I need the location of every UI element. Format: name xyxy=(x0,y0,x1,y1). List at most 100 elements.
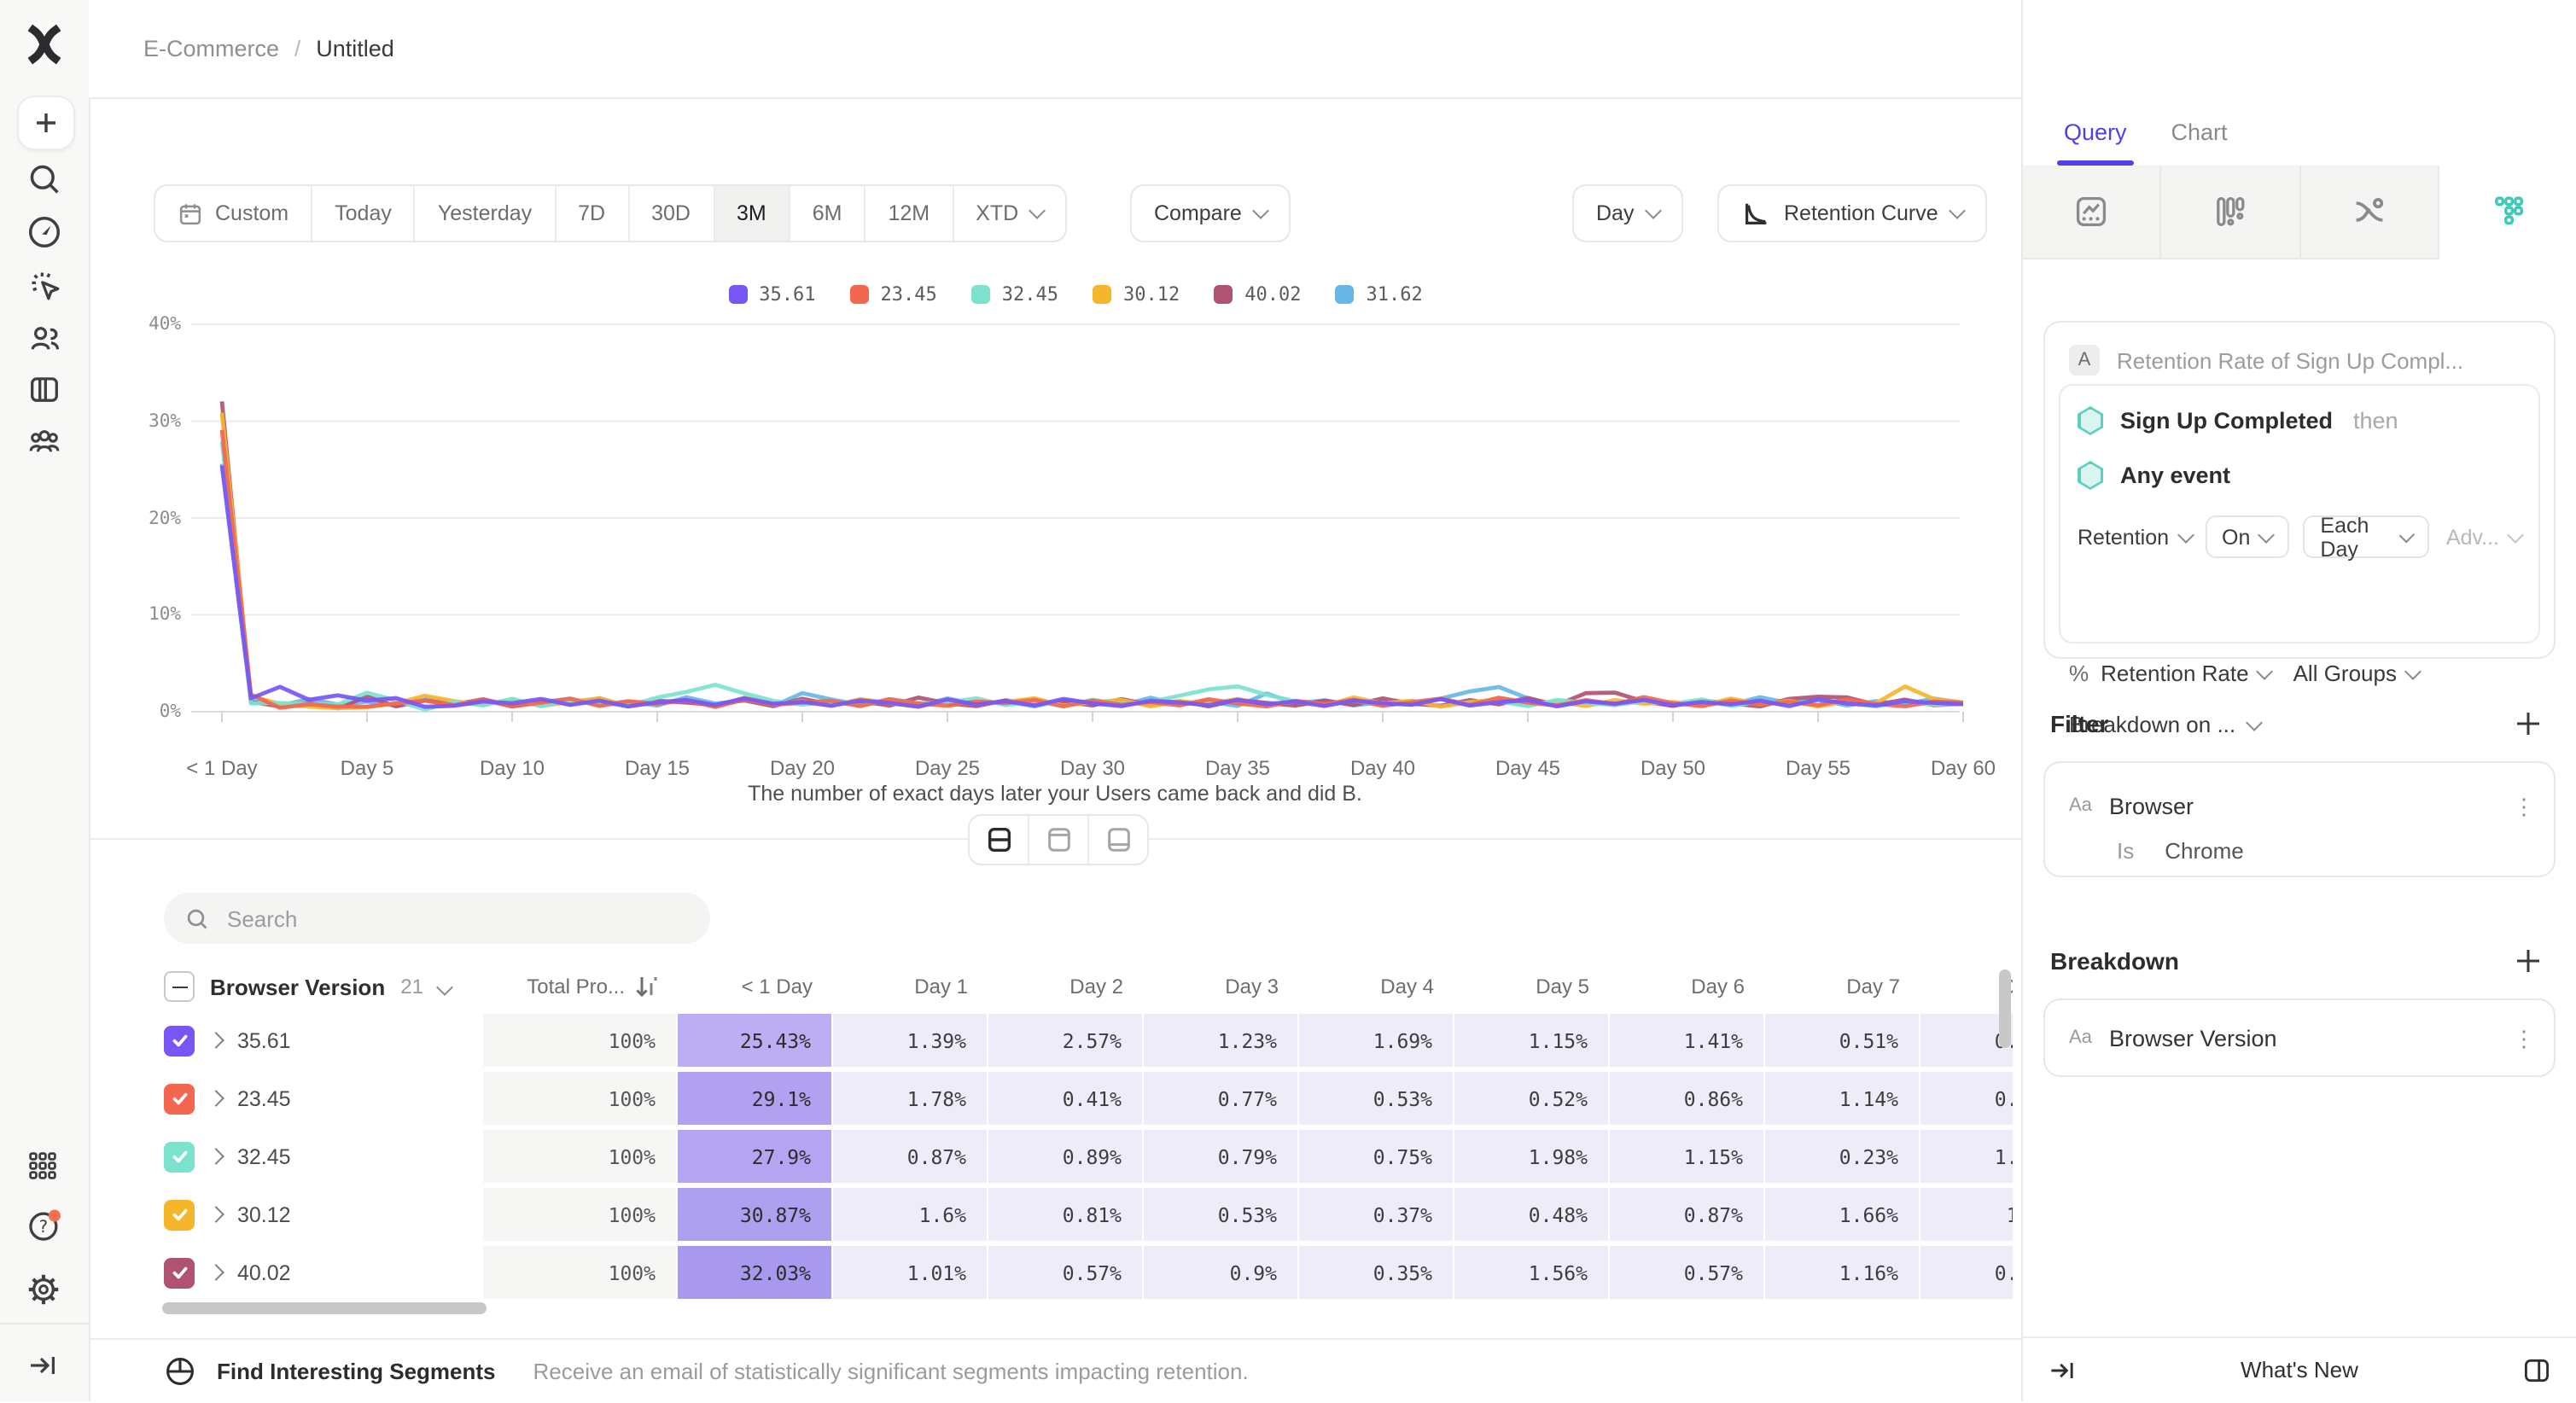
find-segments-link[interactable]: Find Interesting Segments xyxy=(217,1359,496,1384)
expand-row-icon[interactable] xyxy=(207,1264,224,1281)
range-30d[interactable]: 30D xyxy=(629,186,714,241)
filter-value[interactable]: Chrome xyxy=(2165,838,2244,864)
breadcrumb-project[interactable]: E-Commerce xyxy=(143,36,279,61)
flows-icon[interactable] xyxy=(2300,166,2439,259)
legend-item[interactable]: 32.45 xyxy=(971,283,1058,306)
collapse-panel-icon[interactable] xyxy=(2047,1354,2078,1385)
series-line-32.45[interactable] xyxy=(222,441,1963,709)
new-report-button[interactable] xyxy=(17,96,75,150)
range-6m[interactable]: 6M xyxy=(790,186,866,241)
expand-sidebar-icon[interactable] xyxy=(26,1348,63,1386)
event-row-1[interactable]: Sign Up Completed then xyxy=(2078,406,2521,435)
retention-cell: 0.52% xyxy=(1454,1072,1610,1125)
legend-item[interactable]: 40.02 xyxy=(1214,283,1301,306)
retention-icon[interactable] xyxy=(2439,166,2576,259)
insights-icon[interactable] xyxy=(2023,166,2162,259)
kebab-menu-icon[interactable]: ⋮ xyxy=(2513,1033,2530,1042)
horizontal-scrollbar[interactable] xyxy=(162,1302,487,1314)
users-icon[interactable] xyxy=(26,319,63,357)
row-checkbox[interactable] xyxy=(164,1083,195,1114)
row-checkbox[interactable] xyxy=(164,1199,195,1230)
query-title[interactable]: Retention Rate of Sign Up Compl... xyxy=(2117,347,2463,373)
retention-cell: 1.01% xyxy=(833,1246,988,1299)
range-7d[interactable]: 7D xyxy=(556,186,629,241)
mixpanel-logo[interactable] xyxy=(22,22,67,67)
range-yesterday[interactable]: Yesterday xyxy=(416,186,556,241)
on-dropdown[interactable]: On xyxy=(2205,515,2289,558)
each-day-dropdown[interactable]: Each Day xyxy=(2303,515,2429,558)
kebab-menu-icon[interactable]: ⋮ xyxy=(2513,801,2530,810)
series-line-30.12[interactable] xyxy=(222,413,1963,708)
range-12m[interactable]: 12M xyxy=(866,186,954,241)
breadcrumb-report-title[interactable]: Untitled xyxy=(316,36,394,61)
board-icon[interactable] xyxy=(26,370,63,408)
split-view-button[interactable] xyxy=(970,816,1029,864)
compare-button[interactable]: Compare xyxy=(1130,184,1291,242)
group-header-label[interactable]: Browser Version xyxy=(210,974,385,999)
filter-property[interactable]: Browser xyxy=(2109,793,2496,818)
vertical-scrollbar[interactable] xyxy=(1999,969,2011,1048)
advanced-dropdown[interactable]: Adv... xyxy=(2446,525,2521,549)
search-icon[interactable] xyxy=(26,160,63,198)
search-input[interactable] xyxy=(224,904,606,933)
legend-item[interactable]: 30.12 xyxy=(1093,283,1180,306)
expand-row-icon[interactable] xyxy=(207,1148,224,1165)
expand-row-icon[interactable] xyxy=(207,1206,224,1223)
chart-type-button[interactable]: Retention Curve xyxy=(1717,184,1988,242)
retention-type-dropdown[interactable]: Retention xyxy=(2078,525,2191,549)
series-line-40.02[interactable] xyxy=(222,401,1963,708)
range-custom[interactable]: Custom xyxy=(155,186,312,241)
event-row-2[interactable]: Any event xyxy=(2078,461,2521,490)
day-header[interactable]: Day 1 xyxy=(833,975,988,998)
x-axis-tick: Day 55 xyxy=(1786,756,1850,780)
day-header[interactable]: Day 4 xyxy=(1299,975,1454,998)
whats-new-link[interactable]: What's New xyxy=(2241,1357,2358,1383)
add-breakdown-button[interactable] xyxy=(2515,947,2542,975)
row-checkbox[interactable] xyxy=(164,1025,195,1056)
groups-dropdown[interactable]: All Groups xyxy=(2293,661,2419,686)
metric-dropdown[interactable]: Retention Rate xyxy=(2101,661,2270,686)
granularity-button[interactable]: Day xyxy=(1572,184,1683,242)
panel-layout-icon[interactable] xyxy=(2521,1354,2552,1385)
row-checkbox[interactable] xyxy=(164,1257,195,1288)
add-filter-button[interactable] xyxy=(2515,710,2542,737)
x-axis-tick: Day 35 xyxy=(1205,756,1270,780)
expand-row-icon[interactable] xyxy=(207,1090,224,1107)
day-header[interactable]: Day 6 xyxy=(1610,975,1765,998)
tab-query[interactable]: Query xyxy=(2064,97,2127,166)
cursor-click-icon[interactable] xyxy=(26,266,63,304)
help-icon[interactable]: ? xyxy=(26,1207,63,1244)
total-header-cell[interactable]: Total Pro... xyxy=(483,975,678,998)
range-xtd[interactable]: XTD xyxy=(953,186,1064,241)
chevron-down-icon[interactable] xyxy=(436,978,453,995)
breakdown-property[interactable]: Browser Version xyxy=(2109,1025,2496,1051)
apps-grid-icon[interactable] xyxy=(26,1149,63,1186)
legend-item[interactable]: 35.61 xyxy=(728,283,815,306)
day-header[interactable]: Day 2 xyxy=(988,975,1144,998)
tab-chart[interactable]: Chart xyxy=(2171,97,2228,166)
gear-icon[interactable] xyxy=(26,1272,63,1309)
retention-cell: 0.79% xyxy=(1144,1130,1299,1183)
table-only-button[interactable] xyxy=(1089,816,1147,864)
x-axis-tick: Day 5 xyxy=(341,756,394,780)
chart-only-button[interactable] xyxy=(1029,816,1089,864)
cohort-icon[interactable] xyxy=(26,422,63,459)
day-header[interactable]: Day 7 xyxy=(1765,975,1920,998)
compass-icon[interactable] xyxy=(26,213,63,251)
range-today[interactable]: Today xyxy=(312,186,416,241)
series-line-31.62[interactable] xyxy=(222,463,1963,706)
legend-item[interactable]: 23.45 xyxy=(850,283,937,306)
legend-item[interactable]: 31.62 xyxy=(1336,283,1423,306)
day-header[interactable]: < 1 Day xyxy=(678,975,833,998)
expand-row-icon[interactable] xyxy=(207,1032,224,1049)
filter-operator[interactable]: Is xyxy=(2117,838,2134,864)
row-checkbox[interactable] xyxy=(164,1141,195,1172)
series-line-35.61[interactable] xyxy=(222,465,1963,707)
day-header[interactable]: Day 5 xyxy=(1454,975,1610,998)
funnels-icon[interactable] xyxy=(2162,166,2301,259)
select-all-checkbox[interactable] xyxy=(164,971,195,1002)
retention-line-chart[interactable] xyxy=(154,312,1980,742)
day-header[interactable]: Day 3 xyxy=(1144,975,1299,998)
range-3m[interactable]: 3M xyxy=(714,186,790,241)
series-line-23.45[interactable] xyxy=(222,430,1963,708)
